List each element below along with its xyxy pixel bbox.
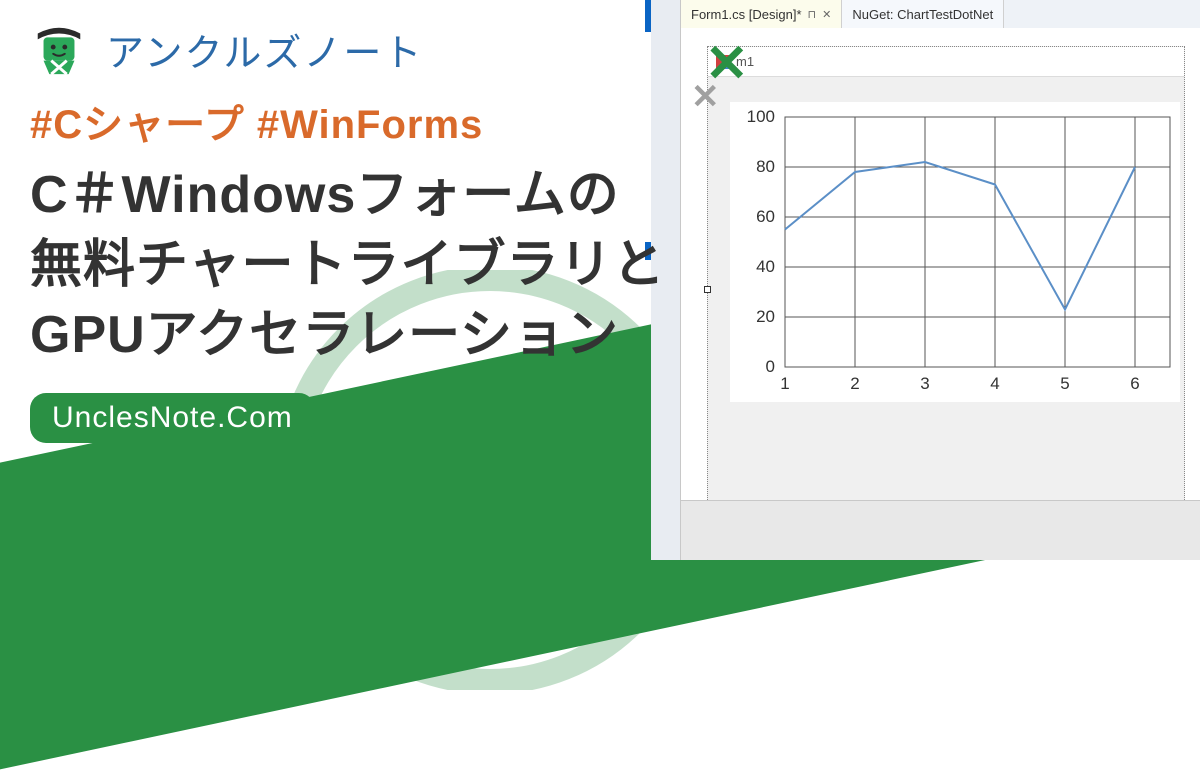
pin-icon[interactable]: ⊓	[808, 8, 817, 21]
tab-nuget[interactable]: NuGet: ChartTestDotNet	[842, 0, 1004, 28]
domain-badge: UnclesNote.Com	[30, 393, 315, 443]
svg-text:100: 100	[747, 107, 775, 126]
site-logo-icon	[30, 20, 88, 78]
visual-studio-screenshot: Form1.cs [Design]* ⊓ ✕ NuGet: ChartTestD…	[680, 0, 1200, 560]
site-name: アンクルズノート	[106, 22, 423, 77]
overlay-x-icon: ✕	[691, 80, 720, 114]
component-tray	[681, 500, 1200, 560]
winforms-form[interactable]: m1 0 20 40 60 80 100 1 2 3 4 5 6	[707, 46, 1185, 526]
svg-text:0: 0	[766, 357, 775, 376]
chart-control[interactable]: 0 20 40 60 80 100 1 2 3 4 5 6	[730, 102, 1180, 402]
article-card: アンクルズノート #Cシャープ #WinForms C＃Windowsフォームの…	[30, 20, 670, 443]
form-titlebar: m1	[708, 47, 1184, 77]
line-chart: 0 20 40 60 80 100 1 2 3 4 5 6	[730, 102, 1180, 402]
svg-text:4: 4	[990, 374, 999, 393]
resize-handle-icon[interactable]	[704, 286, 711, 293]
svg-text:1: 1	[780, 374, 789, 393]
form-designer-surface[interactable]: ✕ ✕ m1 020406080100123456	[681, 28, 1200, 560]
tab-label: NuGet: ChartTestDotNet	[852, 7, 993, 22]
svg-text:2: 2	[850, 374, 859, 393]
svg-text:80: 80	[756, 157, 775, 176]
tab-form-designer[interactable]: Form1.cs [Design]* ⊓ ✕	[681, 0, 842, 28]
article-tags: #Cシャープ #WinForms	[30, 92, 670, 150]
article-title: C＃Windowsフォームの無料チャートライブラリとGPUアクセラレーション	[30, 160, 670, 371]
vs-tab-bar: Form1.cs [Design]* ⊓ ✕ NuGet: ChartTestD…	[681, 0, 1200, 28]
tab-label: Form1.cs [Design]*	[691, 7, 802, 22]
svg-text:5: 5	[1060, 374, 1069, 393]
close-icon[interactable]: ✕	[822, 8, 831, 21]
svg-text:60: 60	[756, 207, 775, 226]
svg-text:6: 6	[1130, 374, 1139, 393]
svg-text:20: 20	[756, 307, 775, 326]
svg-text:3: 3	[920, 374, 929, 393]
svg-text:40: 40	[756, 257, 775, 276]
